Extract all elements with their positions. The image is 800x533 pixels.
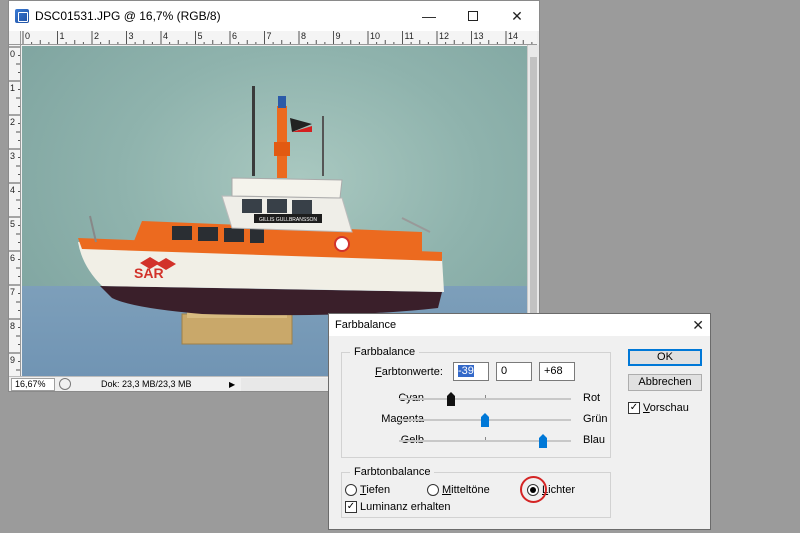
scrollbar-thumb[interactable] <box>530 57 537 357</box>
ruler-vertical: 0 1 2 3 4 5 6 7 8 9 <box>9 45 21 377</box>
radio-highlights-label: Lichter <box>542 484 576 496</box>
dialog-title: Farbbalance <box>335 319 397 331</box>
doc-size-text: Dok: 23,3 MB/23,3 MB <box>101 379 192 389</box>
slider-magenta-green[interactable] <box>399 413 571 427</box>
ruler-top-label: 12 <box>439 31 450 41</box>
zoom-field[interactable]: 16,67% <box>11 377 55 391</box>
slider-thumb[interactable] <box>446 392 456 406</box>
value-magenta-green-field[interactable]: 0 <box>496 362 532 381</box>
status-info-icon[interactable] <box>59 378 71 390</box>
slider-red-label: Rot <box>583 392 601 404</box>
preview-label: Vorschau <box>643 402 689 414</box>
radio-midtones[interactable]: Mitteltöne <box>427 484 490 496</box>
document-titlebar[interactable]: DSC01531.JPG @ 16,7% (RGB/8) — ✕ <box>9 1 539 31</box>
radio-midtones-circle[interactable] <box>427 484 439 496</box>
ruler-top-label: 9 <box>335 31 341 41</box>
ruler-left-label: 4 <box>10 185 16 195</box>
ruler-left-label: 9 <box>10 355 16 365</box>
ruler-top-label: 2 <box>94 31 100 41</box>
ruler-top-label: 5 <box>197 31 203 41</box>
radio-shadows-circle[interactable] <box>345 484 357 496</box>
slider-center-tick <box>485 395 486 398</box>
ruler-left-label: 0 <box>10 49 16 59</box>
ruler-left-label: 6 <box>10 253 16 263</box>
color-balance-dialog: Farbbalance ✕ Farbbalance Farbtonwerte: … <box>328 313 711 530</box>
maximize-icon <box>468 11 478 21</box>
preview-checkbox[interactable]: ✓ Vorschau <box>628 402 689 414</box>
ruler-left-label: 1 <box>10 83 16 93</box>
radio-midtones-label: Mitteltöne <box>442 484 490 496</box>
status-menu-arrow-icon[interactable]: ▶ <box>229 380 235 389</box>
ruler-top-label: 3 <box>128 31 134 41</box>
ruler-left-label: 2 <box>10 117 16 127</box>
slider-yellow-blue[interactable] <box>399 434 571 448</box>
maximize-button[interactable] <box>451 1 495 31</box>
ruler-top-label: 4 <box>163 31 169 41</box>
ruler-corner[interactable] <box>9 31 21 45</box>
photoshop-doc-icon <box>15 9 29 23</box>
radio-shadows-label: Tiefen <box>360 484 391 496</box>
ruler-left-label: 7 <box>10 287 16 297</box>
slider-thumb[interactable] <box>480 413 490 427</box>
preserve-luminosity-check[interactable]: ✓ <box>345 501 357 513</box>
dialog-close-icon[interactable]: ✕ <box>692 317 704 334</box>
value-yellow-blue-field[interactable]: +68 <box>539 362 575 381</box>
ruler-top-label: 7 <box>266 31 272 41</box>
tone-values-label: Farbtonwerte: <box>375 366 443 378</box>
ruler-top-label: 8 <box>301 31 307 41</box>
ruler-top-label: 13 <box>473 31 484 41</box>
value-cyan-red-field[interactable]: -39 <box>453 362 489 381</box>
cancel-button[interactable]: Abbrechen <box>628 374 702 391</box>
preserve-luminosity-checkbox[interactable]: ✓ Luminanz erhalten <box>345 501 451 513</box>
slider-green-label: Grün <box>583 413 608 425</box>
tone-balance-group-label: Farbtonbalance <box>350 466 435 478</box>
ruler-top-label: 6 <box>232 31 238 41</box>
ok-button[interactable]: OK <box>628 349 702 366</box>
slider-cyan-red[interactable] <box>399 392 571 406</box>
ruler-top-label: 14 <box>508 31 519 41</box>
ruler-top-label: 0 <box>25 31 31 41</box>
slider-blue-label: Blau <box>583 434 606 446</box>
ruler-top-label: 10 <box>370 31 381 41</box>
radio-shadows[interactable]: Tiefen <box>345 484 390 496</box>
ruler-horizontal: 0 1 2 3 4 5 6 7 8 9 10 11 12 13 14 <box>21 31 537 45</box>
slider-thumb[interactable] <box>538 434 548 448</box>
radio-highlights[interactable]: Lichter <box>527 484 575 496</box>
ruler-left-label: 8 <box>10 321 16 331</box>
radio-highlights-circle[interactable] <box>527 484 539 496</box>
dialog-titlebar[interactable]: Farbbalance ✕ <box>329 314 710 336</box>
boat-name-text: GILLIS GULLBRANSSON <box>259 217 317 223</box>
document-title: DSC01531.JPG @ 16,7% (RGB/8) <box>35 9 221 23</box>
color-balance-group-label: Farbbalance <box>350 346 420 358</box>
preview-check[interactable]: ✓ <box>628 402 640 414</box>
close-button[interactable]: ✕ <box>495 1 539 31</box>
ruler-left-label: 5 <box>10 219 16 229</box>
preserve-luminosity-label: Luminanz erhalten <box>360 501 451 513</box>
ruler-left-label: 3 <box>10 151 16 161</box>
boat-sar-text: SAR <box>134 265 164 281</box>
minimize-button[interactable]: — <box>407 1 451 31</box>
slider-center-tick <box>485 437 486 440</box>
ruler-top-label: 11 <box>404 31 414 41</box>
ruler-top-label: 1 <box>59 31 65 41</box>
